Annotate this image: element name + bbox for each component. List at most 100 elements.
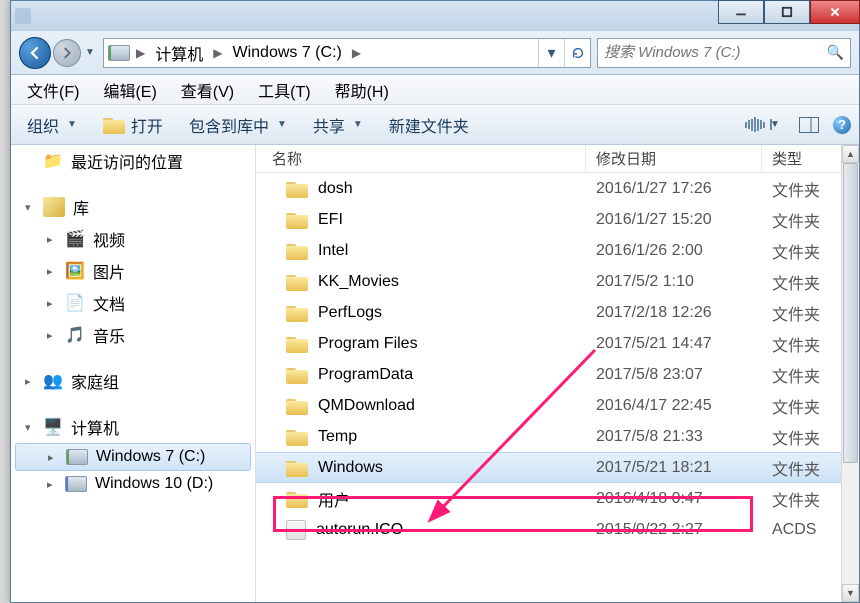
list-item[interactable]: 用户2016/4/18 0:47文件夹 (256, 483, 841, 514)
navigation-bar: ▼ ▶ 计算机 ▶ Windows 7 (C:) ▶ ▾ 🔍 (11, 31, 859, 75)
breadcrumb-computer[interactable]: 计算机 (147, 39, 211, 67)
list-item[interactable]: EFI2016/1/27 15:20文件夹 (256, 204, 841, 235)
file-type: 文件夹 (762, 487, 841, 511)
library-icon (43, 197, 65, 217)
search-icon: 🔍 (827, 44, 844, 61)
column-name[interactable]: 名称 (256, 145, 586, 172)
scroll-up-button[interactable]: ▲ (842, 145, 859, 163)
chevron-down-icon[interactable]: ▾ (25, 421, 31, 434)
file-name: Temp (318, 428, 357, 446)
folder-icon (286, 459, 308, 477)
list-item[interactable]: QMDownload2016/4/17 22:45文件夹 (256, 390, 841, 421)
sidebar-item-label: 库 (73, 195, 89, 219)
file-type: 文件夹 (762, 425, 841, 449)
drive-icon (66, 449, 88, 465)
new-folder-button[interactable]: 新建文件夹 (381, 109, 477, 141)
chevron-right-icon[interactable]: ▸ (47, 265, 53, 278)
sidebar-item-drive-c[interactable]: ▸ Windows 7 (C:) (15, 443, 251, 471)
sidebar-item-pictures[interactable]: ▸🖼️图片 (11, 255, 255, 287)
file-icon (286, 520, 306, 540)
file-date: 2017/5/8 21:33 (586, 428, 762, 446)
file-date: 2016/1/27 17:26 (586, 180, 762, 198)
vertical-scrollbar[interactable]: ▲ ▼ (841, 145, 859, 602)
maximize-button[interactable] (764, 0, 810, 24)
include-button[interactable]: 包含到库中▼ (181, 109, 295, 141)
menu-edit[interactable]: 编辑(E) (93, 75, 166, 105)
folder-icon (286, 304, 308, 322)
list-item[interactable]: KK_Movies2017/5/2 1:10文件夹 (256, 266, 841, 297)
chevron-right-icon[interactable]: ▸ (48, 451, 54, 464)
minimize-button[interactable] (718, 0, 764, 24)
chevron-right-icon[interactable]: ▸ (47, 297, 53, 310)
chevron-right-icon[interactable]: ▶ (134, 46, 147, 60)
help-button[interactable]: ? (833, 116, 851, 134)
sidebar-item-label: 计算机 (71, 415, 119, 439)
close-button[interactable] (810, 0, 860, 24)
sidebar-item-recent[interactable]: 📁 最近访问的位置 (11, 145, 255, 177)
document-icon: 📄 (65, 293, 85, 313)
sidebar-item-label: Windows 10 (D:) (95, 475, 213, 493)
list-item[interactable]: Intel2016/1/26 2:00文件夹 (256, 235, 841, 266)
file-date: 2017/2/18 12:26 (586, 304, 762, 322)
sidebar-item-label: 家庭组 (71, 369, 119, 393)
file-type: 文件夹 (762, 332, 841, 356)
list-item[interactable]: autorun.ICO2015/0/22 2:27ACDS (256, 514, 841, 545)
list-item[interactable]: Temp 2017/5/8 21:33文件夹 (256, 421, 841, 452)
scroll-track[interactable] (842, 163, 859, 584)
sidebar-item-label: 音乐 (93, 323, 125, 347)
sidebar-item-videos[interactable]: ▸🎬视频 (11, 223, 255, 255)
list-item[interactable]: Program Files2017/5/21 14:47文件夹 (256, 328, 841, 359)
sidebar-item-computer[interactable]: ▾ 🖥️ 计算机 (11, 411, 255, 443)
drive-icon (108, 45, 130, 61)
history-dropdown[interactable]: ▼ (83, 39, 97, 67)
sidebar-item-homegroup[interactable]: ▸ 👥 家庭组 (11, 365, 255, 397)
drive-icon (65, 476, 87, 492)
sidebar-item-label: 文档 (93, 291, 125, 315)
open-button[interactable]: 打开 (95, 109, 171, 141)
list-item[interactable]: PerfLogs2017/2/18 12:26文件夹 (256, 297, 841, 328)
chevron-down-icon[interactable]: ▾ (25, 201, 31, 214)
sidebar-item-libraries[interactable]: ▾ 库 (11, 191, 255, 223)
chevron-right-icon[interactable]: ▸ (25, 375, 31, 388)
forward-button[interactable] (53, 39, 81, 67)
sidebar-item-music[interactable]: ▸🎵音乐 (11, 319, 255, 351)
address-dropdown[interactable]: ▾ (538, 39, 564, 67)
sidebar-item-drive-d[interactable]: ▸ Windows 10 (D:) (11, 471, 255, 497)
breadcrumb-drive[interactable]: Windows 7 (C:) (224, 39, 349, 67)
chevron-right-icon[interactable]: ▸ (47, 233, 53, 246)
share-button[interactable]: 共享▼ (305, 109, 371, 141)
file-name: 用户 (318, 487, 350, 511)
file-type: 文件夹 (762, 270, 841, 294)
list-item[interactable]: dosh2016/1/27 17:26文件夹 (256, 173, 841, 204)
refresh-button[interactable] (564, 39, 590, 67)
scroll-thumb[interactable] (843, 163, 858, 463)
file-type: 文件夹 (762, 394, 841, 418)
navigation-pane[interactable]: 📁 最近访问的位置 ▾ 库 ▸🎬视频 ▸🖼️图片 ▸ 📄 文档 ▸🎵音乐 ▸ 👥 (11, 145, 256, 602)
chevron-right-icon[interactable]: ▶ (350, 46, 363, 60)
menu-file[interactable]: 文件(F) (17, 75, 89, 105)
menu-bar: 文件(F) 编辑(E) 查看(V) 工具(T) 帮助(H) (11, 75, 859, 105)
address-bar[interactable]: ▶ 计算机 ▶ Windows 7 (C:) ▶ ▾ (103, 38, 591, 68)
chevron-right-icon[interactable]: ▶ (211, 46, 224, 60)
chevron-right-icon[interactable]: ▸ (47, 478, 53, 491)
sidebar-item-label: Windows 7 (C:) (96, 448, 205, 466)
preview-pane-button[interactable] (799, 115, 819, 135)
organize-button[interactable]: 组织▼ (19, 109, 85, 141)
file-type: 文件夹 (762, 301, 841, 325)
search-input[interactable] (604, 44, 827, 61)
list-item[interactable]: Windows2017/5/21 18:21文件夹 (256, 452, 841, 483)
list-body[interactable]: dosh2016/1/27 17:26文件夹EFI2016/1/27 15:20… (256, 173, 841, 602)
folder-icon (286, 242, 308, 260)
search-box[interactable]: 🔍 (597, 38, 851, 68)
menu-help[interactable]: 帮助(H) (325, 75, 399, 105)
list-item[interactable]: ProgramData2017/5/8 23:07文件夹 (256, 359, 841, 390)
menu-view[interactable]: 查看(V) (171, 75, 244, 105)
chevron-right-icon[interactable]: ▸ (47, 329, 53, 342)
back-button[interactable] (19, 37, 51, 69)
scroll-down-button[interactable]: ▼ (842, 584, 859, 602)
homegroup-icon: 👥 (43, 371, 63, 391)
view-options[interactable]: ▼ (745, 116, 785, 134)
sidebar-item-documents[interactable]: ▸ 📄 文档 (11, 287, 255, 319)
column-date[interactable]: 修改日期 (586, 145, 762, 172)
menu-tools[interactable]: 工具(T) (248, 75, 320, 105)
